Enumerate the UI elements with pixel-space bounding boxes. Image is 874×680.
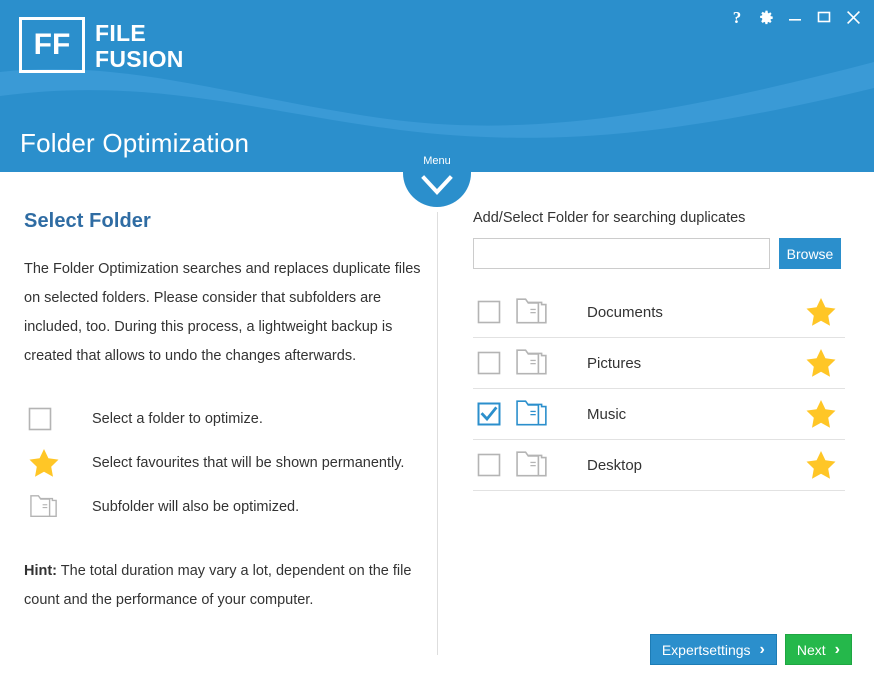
hint-text: Hint: The total duration may vary a lot,…: [24, 557, 424, 615]
folder-input-label: Add/Select Folder for searching duplicat…: [473, 210, 746, 226]
legend-item-subfolder: Subfolder will also be optimized.: [24, 485, 422, 529]
page-title: Folder Optimization: [20, 128, 250, 158]
table-row[interactable]: Documents: [473, 287, 845, 338]
expertsettings-label: Expertsettings: [661, 641, 751, 658]
right-panel: Add/Select Folder for searching duplicat…: [473, 210, 851, 491]
favourite-star-icon[interactable]: [797, 450, 845, 480]
favourite-star-icon[interactable]: [797, 297, 845, 327]
folder-path-input[interactable]: [473, 238, 770, 269]
folder-icon: [24, 493, 70, 521]
folder-name: Documents: [587, 303, 663, 321]
legend-item-label: Select favourites that will be shown per…: [92, 455, 405, 471]
menu-tab-label: Menu: [423, 155, 451, 167]
expertsettings-button[interactable]: Expertsettings ›: [649, 634, 777, 665]
logo-word-line1: FILE: [95, 20, 147, 46]
legend-item-favourite: Select favourites that will be shown per…: [24, 441, 422, 485]
folder-list: Documents Pictures Music Desktop: [473, 287, 845, 491]
close-icon[interactable]: [840, 4, 866, 30]
table-row[interactable]: Music: [473, 389, 845, 440]
panel-divider: [437, 212, 438, 655]
logo-word-line2: FUSION: [95, 46, 184, 72]
footer-actions: Expertsettings › Next ›: [649, 634, 852, 665]
chevron-right-icon: ›: [759, 640, 765, 658]
chevron-down-icon[interactable]: [421, 175, 453, 202]
favourite-star-icon[interactable]: [797, 399, 845, 429]
logo-mark: FF: [19, 17, 85, 73]
maximize-icon[interactable]: [811, 4, 837, 30]
folder-icon: [507, 398, 563, 430]
menu-tab[interactable]: Menu: [403, 150, 471, 207]
row-checkbox-checked[interactable]: [473, 402, 507, 426]
section-heading: Select Folder: [24, 210, 151, 232]
hint-body: The total duration may vary a lot, depen…: [24, 563, 412, 608]
chevron-right-icon: ›: [834, 640, 840, 658]
folder-icon: [507, 347, 563, 379]
help-icon[interactable]: ?: [724, 4, 750, 30]
row-checkbox-unchecked[interactable]: [473, 453, 507, 477]
folder-icon: [507, 296, 563, 328]
window-controls: ?: [724, 4, 866, 30]
legend-item-label: Select a folder to optimize.: [92, 411, 263, 427]
folder-name: Pictures: [587, 354, 642, 372]
browse-button[interactable]: Browse: [779, 238, 841, 269]
logo-wordmark: FILE FUSION: [95, 17, 184, 72]
app-header: FF FILE FUSION Folder Optimization ?: [0, 0, 874, 172]
checkbox-icon: [24, 407, 70, 431]
left-panel: Select Folder The Folder Optimization se…: [24, 210, 422, 615]
table-row[interactable]: Desktop: [473, 440, 845, 491]
next-label: Next: [796, 641, 826, 658]
settings-gear-icon[interactable]: [753, 4, 779, 30]
folder-icon: [507, 449, 563, 481]
table-row[interactable]: Pictures: [473, 338, 845, 389]
favourite-star-icon[interactable]: [797, 348, 845, 378]
hint-label: Hint:: [24, 563, 58, 579]
minimize-icon[interactable]: [782, 4, 808, 30]
row-checkbox-unchecked[interactable]: [473, 300, 507, 324]
legend-item-checkbox: Select a folder to optimize.: [24, 397, 422, 441]
folder-name: Desktop: [587, 456, 643, 474]
next-button[interactable]: Next ›: [784, 634, 852, 665]
star-icon: [24, 448, 70, 478]
legend-list: Select a folder to optimize. Select favo…: [24, 397, 422, 529]
folder-input-row: Browse: [473, 238, 851, 269]
section-description: The Folder Optimization searches and rep…: [24, 261, 421, 364]
main-content: Select Folder The Folder Optimization se…: [0, 172, 874, 680]
row-checkbox-unchecked[interactable]: [473, 351, 507, 375]
legend-item-label: Subfolder will also be optimized.: [92, 499, 300, 515]
app-logo: FF FILE FUSION: [19, 17, 184, 73]
folder-name: Music: [587, 405, 627, 423]
